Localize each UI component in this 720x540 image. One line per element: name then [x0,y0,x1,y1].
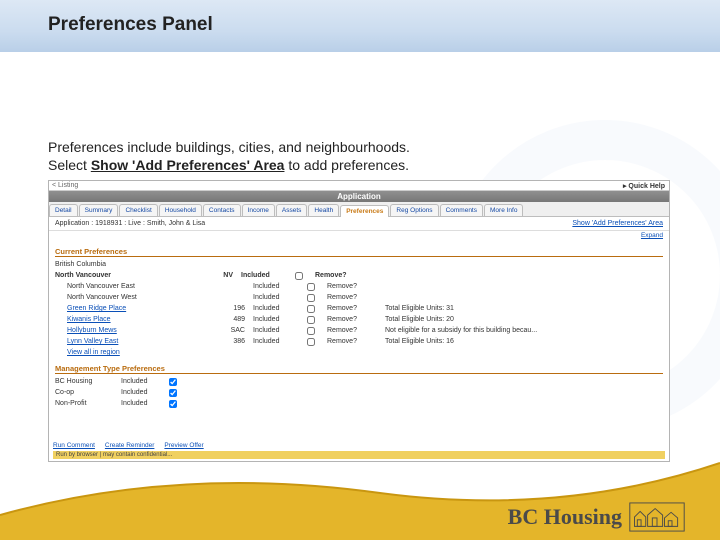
pref-row: View all in region [55,347,663,358]
pref-code: 196 [205,305,245,312]
pref-status: Included [253,305,299,312]
pref-remove-label: Remove? [327,338,377,345]
pref-row: Kiwanis Place 489 Included Remove? Total Eli… [55,314,663,325]
pref-remove-checkbox[interactable] [307,294,315,302]
intro-line-1: Preferences include buildings, cities, a… [48,138,410,156]
back-link[interactable]: < Listing [49,181,669,191]
slide-title: Preferences Panel [48,14,213,36]
pref-remove-checkbox[interactable] [307,283,315,291]
pref-note: Not eligible for a subsidy for this buil… [385,327,565,334]
mgmt-checkbox[interactable] [169,389,177,397]
tab-health[interactable]: Health [308,204,339,216]
mgmt-val: Included [121,400,163,407]
tab-contacts[interactable]: Contacts [203,204,241,216]
mgmt-row: Co-op Included [55,387,663,398]
pref-code: 386 [205,338,245,345]
intro-line-2: Select Show 'Add Preferences' Area to ad… [48,156,410,174]
mgmt-name: BC Housing [55,378,115,385]
pref-remove-label: Remove? [327,316,377,323]
pref-row: Lynn Valley East 386 Included Remove? Total … [55,336,663,347]
current-preferences-heading: Current Preferences [55,247,663,257]
application-screenshot: < Listing ▸ Quick Help Application Detai… [48,180,670,462]
pref-code: SAC [205,327,245,334]
tab-checklist[interactable]: Checklist [119,204,157,216]
bc-row: British Columbia [55,259,663,270]
show-add-preferences-link[interactable]: Show 'Add Preferences' Area [572,220,663,227]
mgmt-checkbox[interactable] [169,400,177,408]
logo-text: BC Housing [508,504,622,530]
tab-preferences[interactable]: Preferences [340,205,389,217]
mgmt-val: Included [121,389,163,396]
remove-label: Remove? [315,272,365,279]
tab-reg-options[interactable]: Reg Options [390,204,438,216]
tab-assets[interactable]: Assets [276,204,308,216]
city-code: NV [193,272,233,279]
tab-household[interactable]: Household [159,204,202,216]
city-row: North Vancouver NV Included Remove? [55,270,663,281]
intro-suffix: to add preferences. [284,157,409,173]
city-name: North Vancouver [55,272,185,279]
breadcrumb: Application : 1918931 : Live : Smith, Jo… [55,220,205,227]
slide-intro-text: Preferences include buildings, cities, a… [48,138,410,174]
pref-name: North Vancouver West [55,294,197,301]
pref-row: Hollyburn Mews SAC Included Remove? Not elig… [55,325,663,336]
tab-more-info[interactable]: More Info [484,204,523,216]
quick-help-link[interactable]: ▸ Quick Help [623,182,665,190]
mgmt-checkbox[interactable] [169,378,177,386]
expand-link[interactable]: Expand [641,232,663,239]
pref-status: Included [253,316,299,323]
intro-bold: Show 'Add Preferences' Area [91,157,285,173]
bc-label: British Columbia [55,261,185,268]
tab-income[interactable]: Income [242,204,275,216]
pref-remove-checkbox[interactable] [307,316,315,324]
pref-row: North Vancouver East Included Remove? [55,281,663,292]
pref-remove-label: Remove? [327,327,377,334]
pref-status: Included [253,294,299,301]
mgmt-type-heading: Management Type Preferences [55,364,663,374]
pref-remove-label: Remove? [327,294,377,301]
pref-remove-checkbox[interactable] [307,327,315,335]
pref-remove-label: Remove? [327,305,377,312]
pref-status: Included [253,338,299,345]
houses-icon [628,502,686,532]
pref-name[interactable]: Lynn Valley East [55,338,197,345]
pref-remove-checkbox[interactable] [307,338,315,346]
tab-summary[interactable]: Summary [79,204,119,216]
bc-housing-logo: BC Housing [508,502,686,532]
pref-code: 489 [205,316,245,323]
mgmt-name: Non-Profit [55,400,115,407]
pref-note: Total Eligible Units: 20 [385,316,565,323]
tab-strip: DetailSummaryChecklistHouseholdContactsI… [49,202,669,217]
quick-help-label: Quick Help [628,183,665,190]
tab-detail[interactable]: Detail [49,204,78,216]
pref-status: Included [253,283,299,290]
mgmt-val: Included [121,378,163,385]
pref-remove-checkbox[interactable] [307,305,315,313]
sub-bar: Application : 1918931 : Live : Smith, Jo… [49,217,669,231]
city-status: Included [241,272,287,279]
pref-name[interactable]: Hollyburn Mews [55,327,197,334]
pref-row: North Vancouver West Included Remove? [55,292,663,303]
mgmt-row: Non-Profit Included [55,398,663,409]
pref-row: Green Ridge Place 196 Included Remove? Total… [55,303,663,314]
app-title-bar: Application [49,191,669,202]
pref-name: North Vancouver East [55,283,197,290]
pref-name[interactable]: View all in region [55,349,197,356]
pref-note: Total Eligible Units: 31 [385,305,565,312]
city-remove-checkbox[interactable] [295,272,303,280]
pref-name[interactable]: Green Ridge Place [55,305,197,312]
intro-prefix: Select [48,157,91,173]
pref-remove-label: Remove? [327,283,377,290]
mgmt-name: Co-op [55,389,115,396]
pref-name[interactable]: Kiwanis Place [55,316,197,323]
pref-note: Total Eligible Units: 16 [385,338,565,345]
pref-status: Included [253,327,299,334]
current-preferences-section: British Columbia North Vancouver NV Incl… [55,259,663,358]
mgmt-row: BC Housing Included [55,376,663,387]
tab-comments[interactable]: Comments [440,204,483,216]
